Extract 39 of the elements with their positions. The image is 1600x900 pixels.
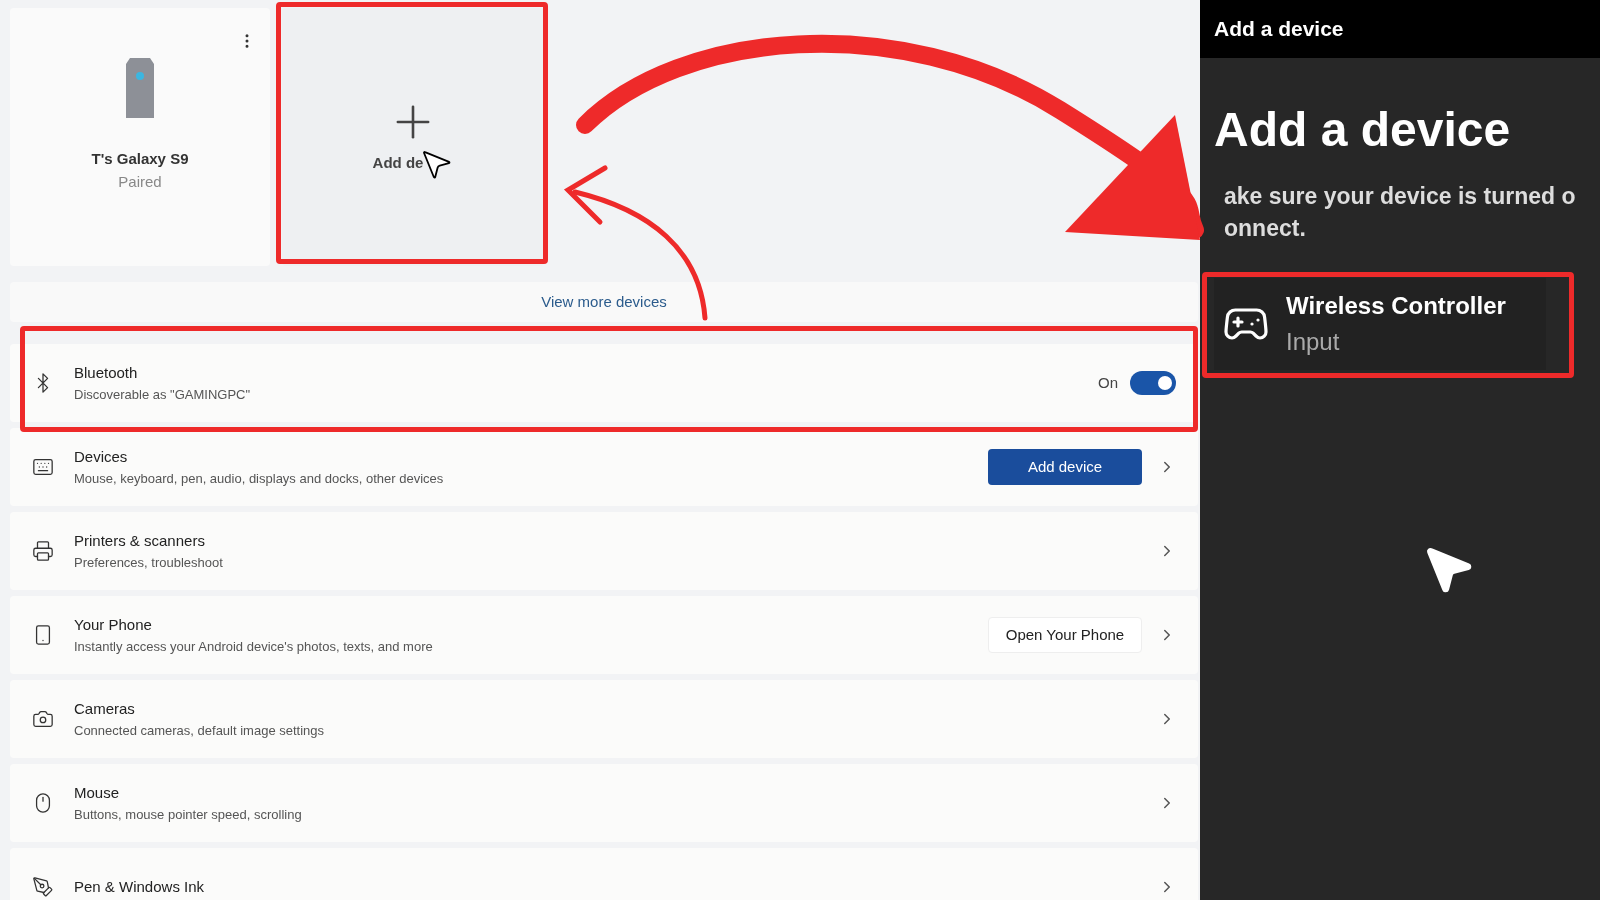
instruction-text: onnect. — [1224, 214, 1307, 243]
device-name: Wireless Controller — [1286, 291, 1506, 321]
row-subtitle: Buttons, mouse pointer speed, scrolling — [74, 805, 303, 824]
row-title: Mouse — [74, 783, 121, 803]
add-device-card[interactable]: Add de — [282, 8, 544, 266]
row-title: Printers & scanners — [74, 531, 206, 551]
row-subtitle: Preferences, troubleshoot — [74, 553, 224, 572]
device-card[interactable]: T's Galaxy S9 Paired — [10, 8, 270, 266]
device-status: Paired — [118, 171, 162, 192]
printer-icon — [32, 540, 54, 562]
settings-row[interactable]: Cameras Connected cameras, default image settings — [10, 680, 1198, 758]
pen-icon — [32, 876, 54, 898]
settings-row[interactable]: Pen & Windows Ink — [10, 848, 1198, 900]
bluetooth-toggle[interactable] — [1130, 371, 1176, 395]
row-subtitle: Mouse, keyboard, pen, audio, displays and docks, other devices — [74, 469, 445, 488]
dialog-heading: Add a device — [1214, 102, 1512, 158]
camera-icon — [32, 708, 54, 730]
settings-row[interactable]: Your Phone Instantly access your Android device's photos, texts, and more Open Your Phone — [10, 596, 1198, 674]
add-device-button[interactable]: Add device — [988, 449, 1142, 485]
toggle-state-label: On — [1098, 372, 1118, 393]
row-title: Cameras — [74, 699, 136, 719]
device-category: Input — [1286, 327, 1341, 357]
view-more-link[interactable]: View more devices — [541, 290, 667, 314]
device-name: T's Galaxy S9 — [91, 149, 189, 169]
keyboard-icon — [32, 456, 54, 478]
row-title: Devices — [74, 447, 129, 467]
row-title: Your Phone — [74, 615, 153, 635]
open-phone-button[interactable]: Open Your Phone — [988, 617, 1142, 653]
settings-row[interactable]: Printers & scanners Preferences, troubleshoot — [10, 512, 1198, 590]
dialog-window-title: Add a device — [1214, 16, 1344, 43]
row-title: Bluetooth — [74, 363, 139, 383]
settings-row[interactable]: Devices Mouse, keyboard, pen, audio, displays and docks, other devices Add device — [10, 428, 1198, 506]
settings-row[interactable]: Mouse Buttons, mouse pointer speed, scrolling — [10, 764, 1198, 842]
instruction-text: ake sure your device is turned o — [1224, 182, 1577, 211]
row-subtitle: Instantly access your Android device's photos, texts, and more — [74, 637, 434, 656]
found-device-item[interactable]: Wireless Controller Input — [1214, 278, 1546, 370]
row-subtitle: Discoverable as "GAMINGPC" — [74, 385, 252, 404]
row-subtitle: Connected cameras, default image settings — [74, 721, 326, 740]
row-title: Pen & Windows Ink — [74, 876, 206, 897]
